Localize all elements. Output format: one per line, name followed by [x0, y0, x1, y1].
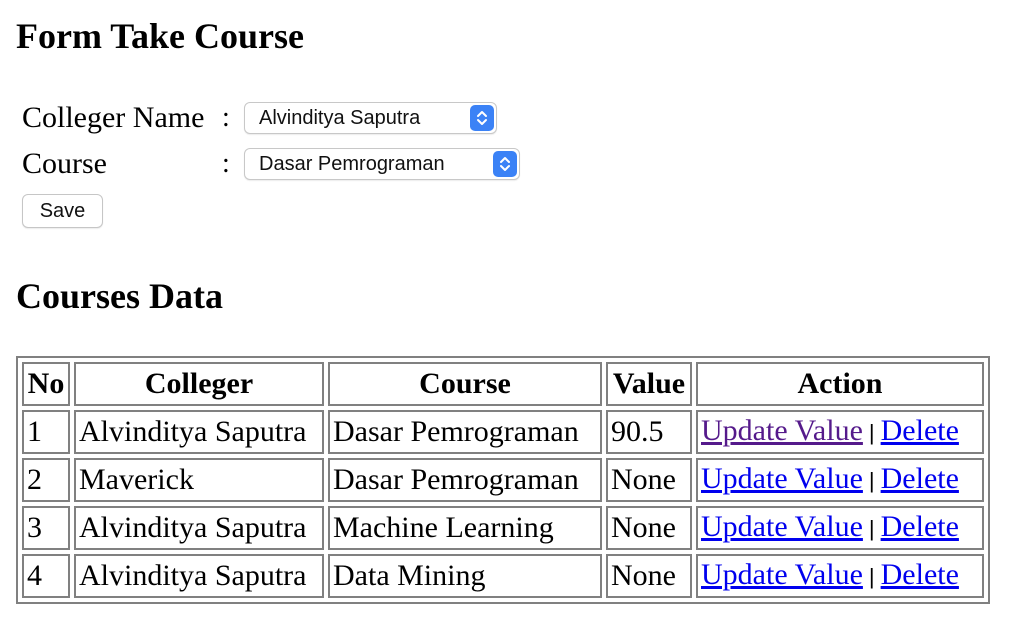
- table-row: 3 Alvinditya Saputra Machine Learning No…: [22, 506, 984, 550]
- action-separator: |: [868, 564, 875, 589]
- course-select-value: Dasar Pemrograman: [259, 152, 445, 175]
- delete-link[interactable]: Delete: [881, 414, 959, 447]
- cell-value: 90.5: [606, 410, 692, 454]
- colleger-name-select-value: Alvinditya Saputra: [259, 106, 421, 129]
- course-select[interactable]: Dasar Pemrograman: [244, 148, 520, 180]
- cell-no: 4: [22, 554, 70, 598]
- save-button[interactable]: Save: [22, 194, 103, 228]
- action-separator: |: [868, 468, 875, 493]
- course-label: Course: [22, 147, 107, 180]
- table-row: 1 Alvinditya Saputra Dasar Pemrograman 9…: [22, 410, 984, 454]
- header-action: Action: [696, 362, 984, 406]
- cell-value: None: [606, 554, 692, 598]
- cell-no: 1: [22, 410, 70, 454]
- header-colleger: Colleger: [74, 362, 324, 406]
- header-no: No: [22, 362, 70, 406]
- cell-course: Data Mining: [328, 554, 602, 598]
- cell-action: Update Value | Delete: [696, 506, 984, 550]
- update-value-link[interactable]: Update Value: [701, 462, 863, 495]
- delete-link[interactable]: Delete: [881, 462, 959, 495]
- form-title: Form Take Course: [16, 16, 304, 56]
- cell-value: None: [606, 458, 692, 502]
- course-row: Course : Dasar Pemrograman: [22, 146, 520, 182]
- update-value-link[interactable]: Update Value: [701, 510, 863, 543]
- header-course: Course: [328, 362, 602, 406]
- action-separator: |: [868, 420, 875, 445]
- cell-course: Dasar Pemrograman: [328, 458, 602, 502]
- courses-data-title: Courses Data: [16, 276, 223, 316]
- action-separator: |: [868, 516, 875, 541]
- cell-colleger: Alvinditya Saputra: [74, 506, 324, 550]
- table-header-row: No Colleger Course Value Action: [22, 362, 984, 406]
- delete-link[interactable]: Delete: [881, 558, 959, 591]
- up-down-chevron-icon: [470, 105, 494, 131]
- cell-action: Update Value | Delete: [696, 410, 984, 454]
- update-value-link[interactable]: Update Value: [701, 414, 863, 447]
- cell-no: 3: [22, 506, 70, 550]
- cell-course: Dasar Pemrograman: [328, 410, 602, 454]
- table-row: 2 Maverick Dasar Pemrograman None Update…: [22, 458, 984, 502]
- cell-course: Machine Learning: [328, 506, 602, 550]
- cell-colleger: Alvinditya Saputra: [74, 554, 324, 598]
- colleger-name-label: Colleger Name: [22, 101, 205, 134]
- update-value-link[interactable]: Update Value: [701, 558, 863, 591]
- courses-table: No Colleger Course Value Action 1 Alvind…: [16, 356, 990, 604]
- course-colon: :: [222, 148, 230, 179]
- page: Form Take Course Colleger Name : Alvindi…: [0, 0, 1010, 624]
- cell-action: Update Value | Delete: [696, 458, 984, 502]
- cell-value: None: [606, 506, 692, 550]
- cell-no: 2: [22, 458, 70, 502]
- table-row: 4 Alvinditya Saputra Data Mining None Up…: [22, 554, 984, 598]
- cell-colleger: Alvinditya Saputra: [74, 410, 324, 454]
- up-down-chevron-icon: [493, 151, 517, 177]
- colleger-row: Colleger Name : Alvinditya Saputra: [22, 100, 497, 136]
- colleger-name-select[interactable]: Alvinditya Saputra: [244, 102, 497, 134]
- cell-colleger: Maverick: [74, 458, 324, 502]
- colleger-colon: :: [222, 102, 230, 133]
- delete-link[interactable]: Delete: [881, 510, 959, 543]
- header-value: Value: [606, 362, 692, 406]
- cell-action: Update Value | Delete: [696, 554, 984, 598]
